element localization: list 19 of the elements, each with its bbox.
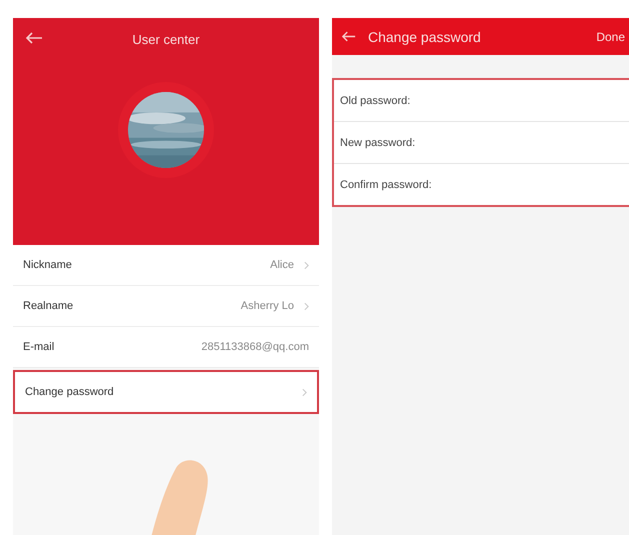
settings-row[interactable]: Nickname Alice bbox=[13, 245, 319, 286]
settings-row[interactable]: Realname Asherry Lo bbox=[13, 286, 319, 327]
row-label: Realname bbox=[23, 300, 74, 312]
password-field[interactable]: Old password: bbox=[334, 80, 629, 122]
row-value: 2851133868@qq.com bbox=[201, 341, 309, 353]
settings-row[interactable]: Change password bbox=[13, 370, 319, 414]
password-field[interactable]: New password: bbox=[334, 122, 629, 164]
back-arrow-icon[interactable] bbox=[25, 31, 43, 45]
row-label: Change password bbox=[25, 386, 114, 398]
settings-row[interactable]: E-mail 2851133868@qq.com bbox=[13, 327, 319, 368]
row-value: Asherry Lo bbox=[240, 300, 294, 312]
row-label: E-mail bbox=[23, 341, 54, 353]
row-value: Alice bbox=[270, 259, 294, 271]
back-arrow-icon[interactable] bbox=[342, 31, 356, 42]
screen-title: User center bbox=[132, 32, 200, 46]
row-label: Nickname bbox=[23, 259, 72, 271]
screen-title: Change password bbox=[368, 28, 482, 44]
done-button[interactable]: Done bbox=[596, 30, 629, 44]
password-field[interactable]: Confirm password: bbox=[334, 164, 629, 205]
